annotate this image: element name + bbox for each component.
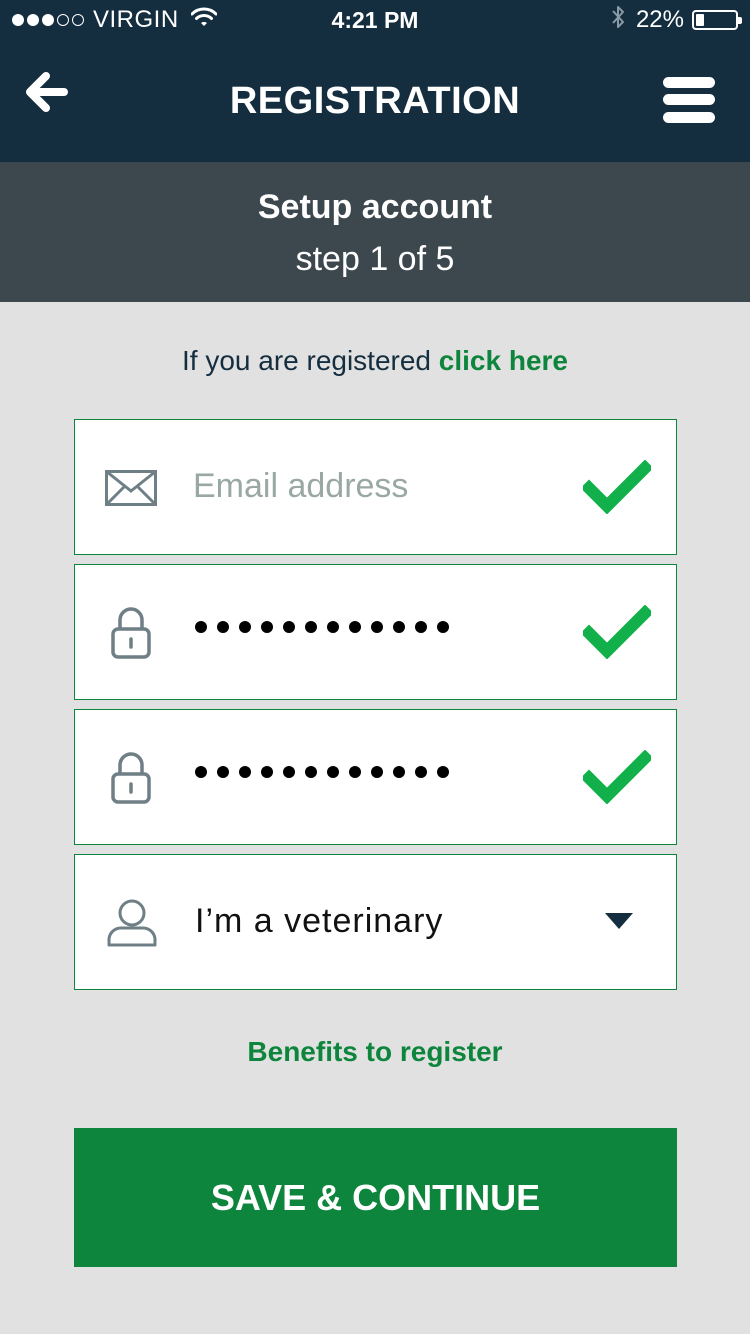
email-field[interactable]: Email address <box>74 419 677 555</box>
password-field[interactable] <box>74 564 677 700</box>
login-link[interactable]: click here <box>439 345 568 376</box>
password-dot <box>261 621 273 633</box>
password-dot <box>327 621 339 633</box>
user-icon <box>107 899 157 952</box>
password-dot <box>371 766 383 778</box>
password-dot <box>349 766 361 778</box>
checkmark-icon <box>580 604 654 664</box>
password-dot <box>217 621 229 633</box>
registered-prompt-text: If you are registered <box>181 345 432 376</box>
registered-prompt: If you are registered click here <box>0 345 750 377</box>
step-indicator: step 1 of 5 <box>295 240 455 278</box>
password-dot <box>437 621 449 633</box>
email-placeholder: Email address <box>193 467 409 505</box>
page-title: REGISTRATION <box>229 80 521 122</box>
password-dot <box>327 766 339 778</box>
password-dot <box>239 621 251 633</box>
password-dot <box>305 621 317 633</box>
password-dot <box>217 766 229 778</box>
password-dot <box>283 766 295 778</box>
save-continue-button[interactable]: SAVE & CONTINUE <box>74 1128 677 1267</box>
hamburger-menu-icon <box>663 77 715 88</box>
role-select[interactable]: I’m a veterinary <box>74 854 677 990</box>
password-dot <box>283 621 295 633</box>
step-title: Setup account <box>257 188 493 226</box>
password-dot <box>437 766 449 778</box>
password-dot <box>195 621 207 633</box>
password-dot <box>239 766 251 778</box>
password-dot <box>415 766 427 778</box>
checkmark-icon <box>580 749 654 809</box>
lock-icon <box>111 752 151 809</box>
confirm-password-field[interactable] <box>74 709 677 845</box>
password-dot <box>195 766 207 778</box>
password-dot <box>371 621 383 633</box>
lock-icon <box>111 607 151 664</box>
password-dot <box>349 621 361 633</box>
chevron-down-icon[interactable] <box>605 913 633 936</box>
role-selected-value: I’m a veterinary <box>195 902 444 940</box>
checkmark-icon <box>580 459 654 519</box>
password-dot <box>393 766 405 778</box>
password-dot <box>305 766 317 778</box>
password-dot <box>261 766 273 778</box>
password-dot <box>393 621 405 633</box>
battery-icon <box>692 10 742 30</box>
password-value <box>195 621 459 633</box>
battery-area: 22% <box>610 0 742 40</box>
status-bar: VIRGIN 4:21 PM 22% <box>0 0 750 40</box>
password-dot <box>415 621 427 633</box>
menu-button[interactable] <box>660 74 718 126</box>
nav-bar: REGISTRATION <box>0 40 750 162</box>
confirm-password-value <box>195 766 459 778</box>
envelope-icon <box>105 470 157 511</box>
step-header: Setup account step 1 of 5 <box>0 162 750 302</box>
battery-level <box>696 14 704 26</box>
bluetooth-icon <box>610 4 626 37</box>
battery-percent: 22% <box>635 6 684 33</box>
benefits-link[interactable]: Benefits to register <box>0 1036 750 1068</box>
